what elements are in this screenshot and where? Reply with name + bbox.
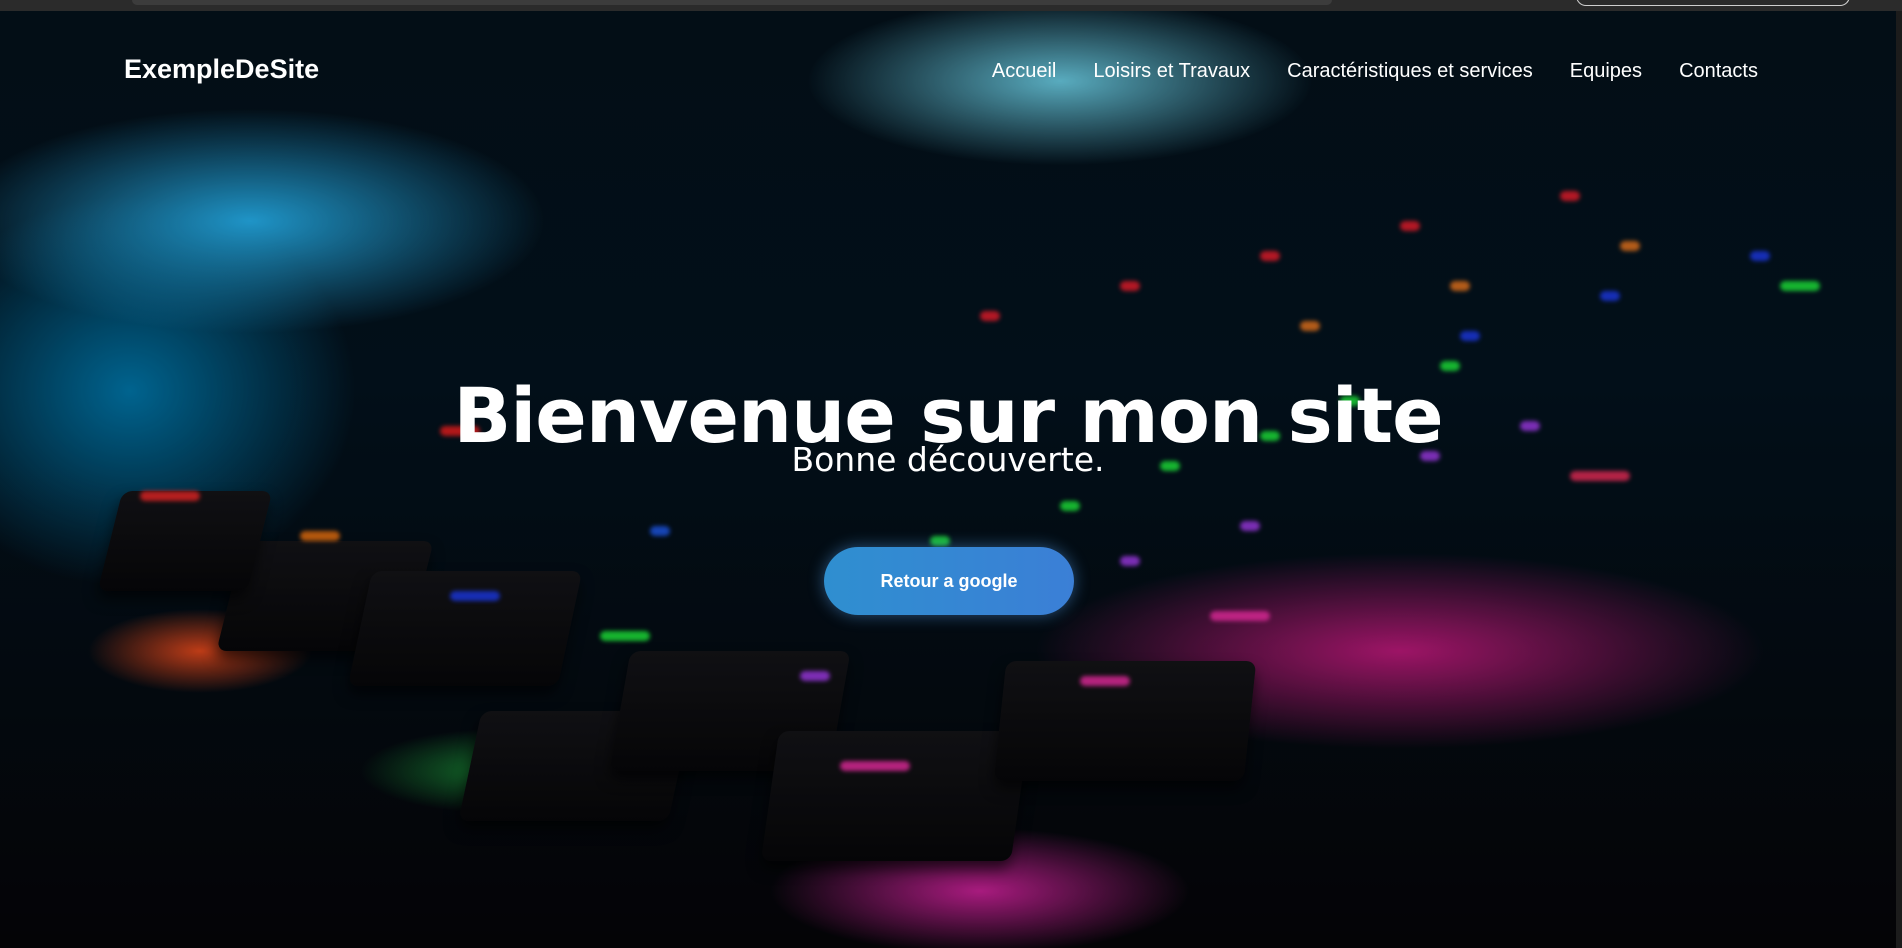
nav-link-caracteristiques-et-services[interactable]: Caractéristiques et services — [1287, 60, 1533, 83]
address-bar-edge — [1576, 0, 1850, 6]
site-brand-logo[interactable]: ExempleDeSite — [124, 54, 319, 85]
tab-strip — [132, 0, 1332, 5]
hero-subtitle: Bonne découverte. — [791, 440, 1105, 479]
nav-link-loisirs-et-travaux[interactable]: Loisirs et Travaux — [1093, 60, 1250, 83]
nav-link-contacts[interactable]: Contacts — [1679, 60, 1758, 83]
hero-dim-overlay — [0, 11, 1896, 948]
window-scrollbar[interactable] — [1896, 11, 1902, 948]
back-to-google-button[interactable]: Retour a google — [824, 547, 1074, 615]
main-navigation: Accueil Loisirs et Travaux Caractéristiq… — [992, 60, 1758, 83]
nav-link-equipes[interactable]: Equipes — [1570, 60, 1642, 83]
browser-top-strip — [0, 0, 1902, 11]
hero-section — [0, 11, 1896, 948]
nav-link-accueil[interactable]: Accueil — [992, 60, 1056, 83]
